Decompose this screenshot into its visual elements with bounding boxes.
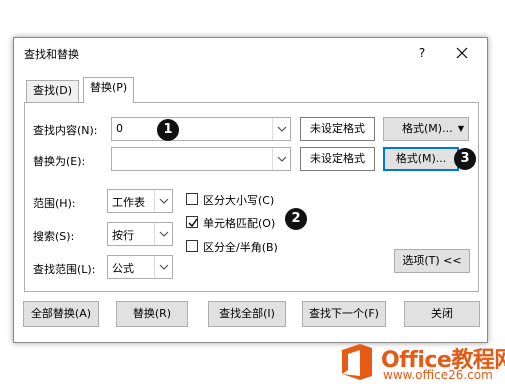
- search-value: 按行: [112, 229, 134, 242]
- tab-replace[interactable]: 替换(P): [83, 77, 135, 103]
- within-value: 工作表: [112, 196, 145, 209]
- match-case-label: 区分大小写(C): [203, 194, 275, 207]
- find-what-label: 查找内容(N):: [33, 124, 98, 137]
- match-entire-checkbox[interactable]: [186, 216, 198, 228]
- replace-with-label: 替换为(E):: [33, 155, 86, 168]
- replace-format-button[interactable]: 格式(M)...: [383, 147, 459, 171]
- title-bar: 查找和替换 ?: [14, 38, 487, 68]
- chevron-down-icon: [159, 231, 169, 237]
- chevron-down-icon: [159, 264, 169, 270]
- chevron-down-icon: [159, 198, 169, 204]
- find-what-input[interactable]: 0: [111, 117, 291, 141]
- options-button[interactable]: 选项(T) <<: [394, 249, 470, 273]
- close-icon[interactable]: [452, 43, 472, 63]
- replace-all-button[interactable]: 全部替换(A): [23, 301, 99, 327]
- match-entire-label: 单元格匹配(O): [203, 217, 276, 230]
- find-dropdown-arrow[interactable]: [272, 118, 290, 140]
- chevron-down-icon: [277, 126, 287, 132]
- tab-find[interactable]: 查找(D): [26, 80, 80, 102]
- chevron-down-icon: [277, 156, 287, 162]
- dialog-title: 查找和替换: [24, 48, 79, 61]
- within-label: 范围(H):: [33, 197, 76, 210]
- find-what-value: 0: [116, 122, 123, 135]
- lookin-value: 公式: [112, 262, 134, 275]
- find-next-button[interactable]: 查找下一个(F): [302, 301, 386, 327]
- find-format-preview: 未设定格式: [300, 117, 375, 141]
- within-select[interactable]: 工作表: [107, 189, 173, 213]
- find-all-button[interactable]: 查找全部(I): [208, 301, 286, 327]
- lookin-label: 查找范围(L):: [33, 263, 96, 276]
- within-dropdown-arrow[interactable]: [154, 190, 172, 212]
- lookin-select[interactable]: 公式: [107, 255, 173, 279]
- replace-dropdown-arrow[interactable]: [272, 148, 290, 170]
- replace-button[interactable]: 替换(R): [116, 301, 188, 327]
- callout-badge-1: 1: [157, 119, 179, 141]
- checkmark-icon: [188, 218, 198, 228]
- search-label: 搜索(S):: [33, 230, 75, 243]
- find-replace-dialog: 查找和替换 ? 查找(D) 替换(P) 查找内容(N): 0 未设定格式 格式(…: [13, 37, 488, 343]
- close-button[interactable]: 关闭: [404, 301, 480, 327]
- find-format-button-label: 格式(M)...: [402, 122, 453, 135]
- search-select[interactable]: 按行: [107, 222, 173, 246]
- replace-with-input[interactable]: [111, 147, 291, 171]
- match-byte-label: 区分全/半角(B): [203, 241, 278, 254]
- search-dropdown-arrow[interactable]: [154, 223, 172, 245]
- office-logo-icon: [342, 344, 372, 380]
- help-button[interactable]: ?: [412, 43, 432, 63]
- find-format-button[interactable]: 格式(M)... ▼: [383, 117, 469, 141]
- watermark-logo: Office教程网 www.office26.com: [336, 340, 505, 385]
- replace-panel: 查找内容(N): 0 未设定格式 格式(M)... ▼ 替换为(E): 未设定格…: [24, 102, 479, 292]
- callout-badge-3: 3: [454, 148, 476, 170]
- match-case-checkbox[interactable]: [186, 193, 198, 205]
- watermark-url: www.office26.com: [383, 368, 493, 382]
- match-byte-checkbox[interactable]: [186, 240, 198, 252]
- lookin-dropdown-arrow[interactable]: [154, 256, 172, 278]
- callout-badge-2: 2: [285, 208, 307, 230]
- dropdown-arrow-icon: ▼: [457, 124, 464, 133]
- replace-format-preview: 未设定格式: [300, 147, 375, 171]
